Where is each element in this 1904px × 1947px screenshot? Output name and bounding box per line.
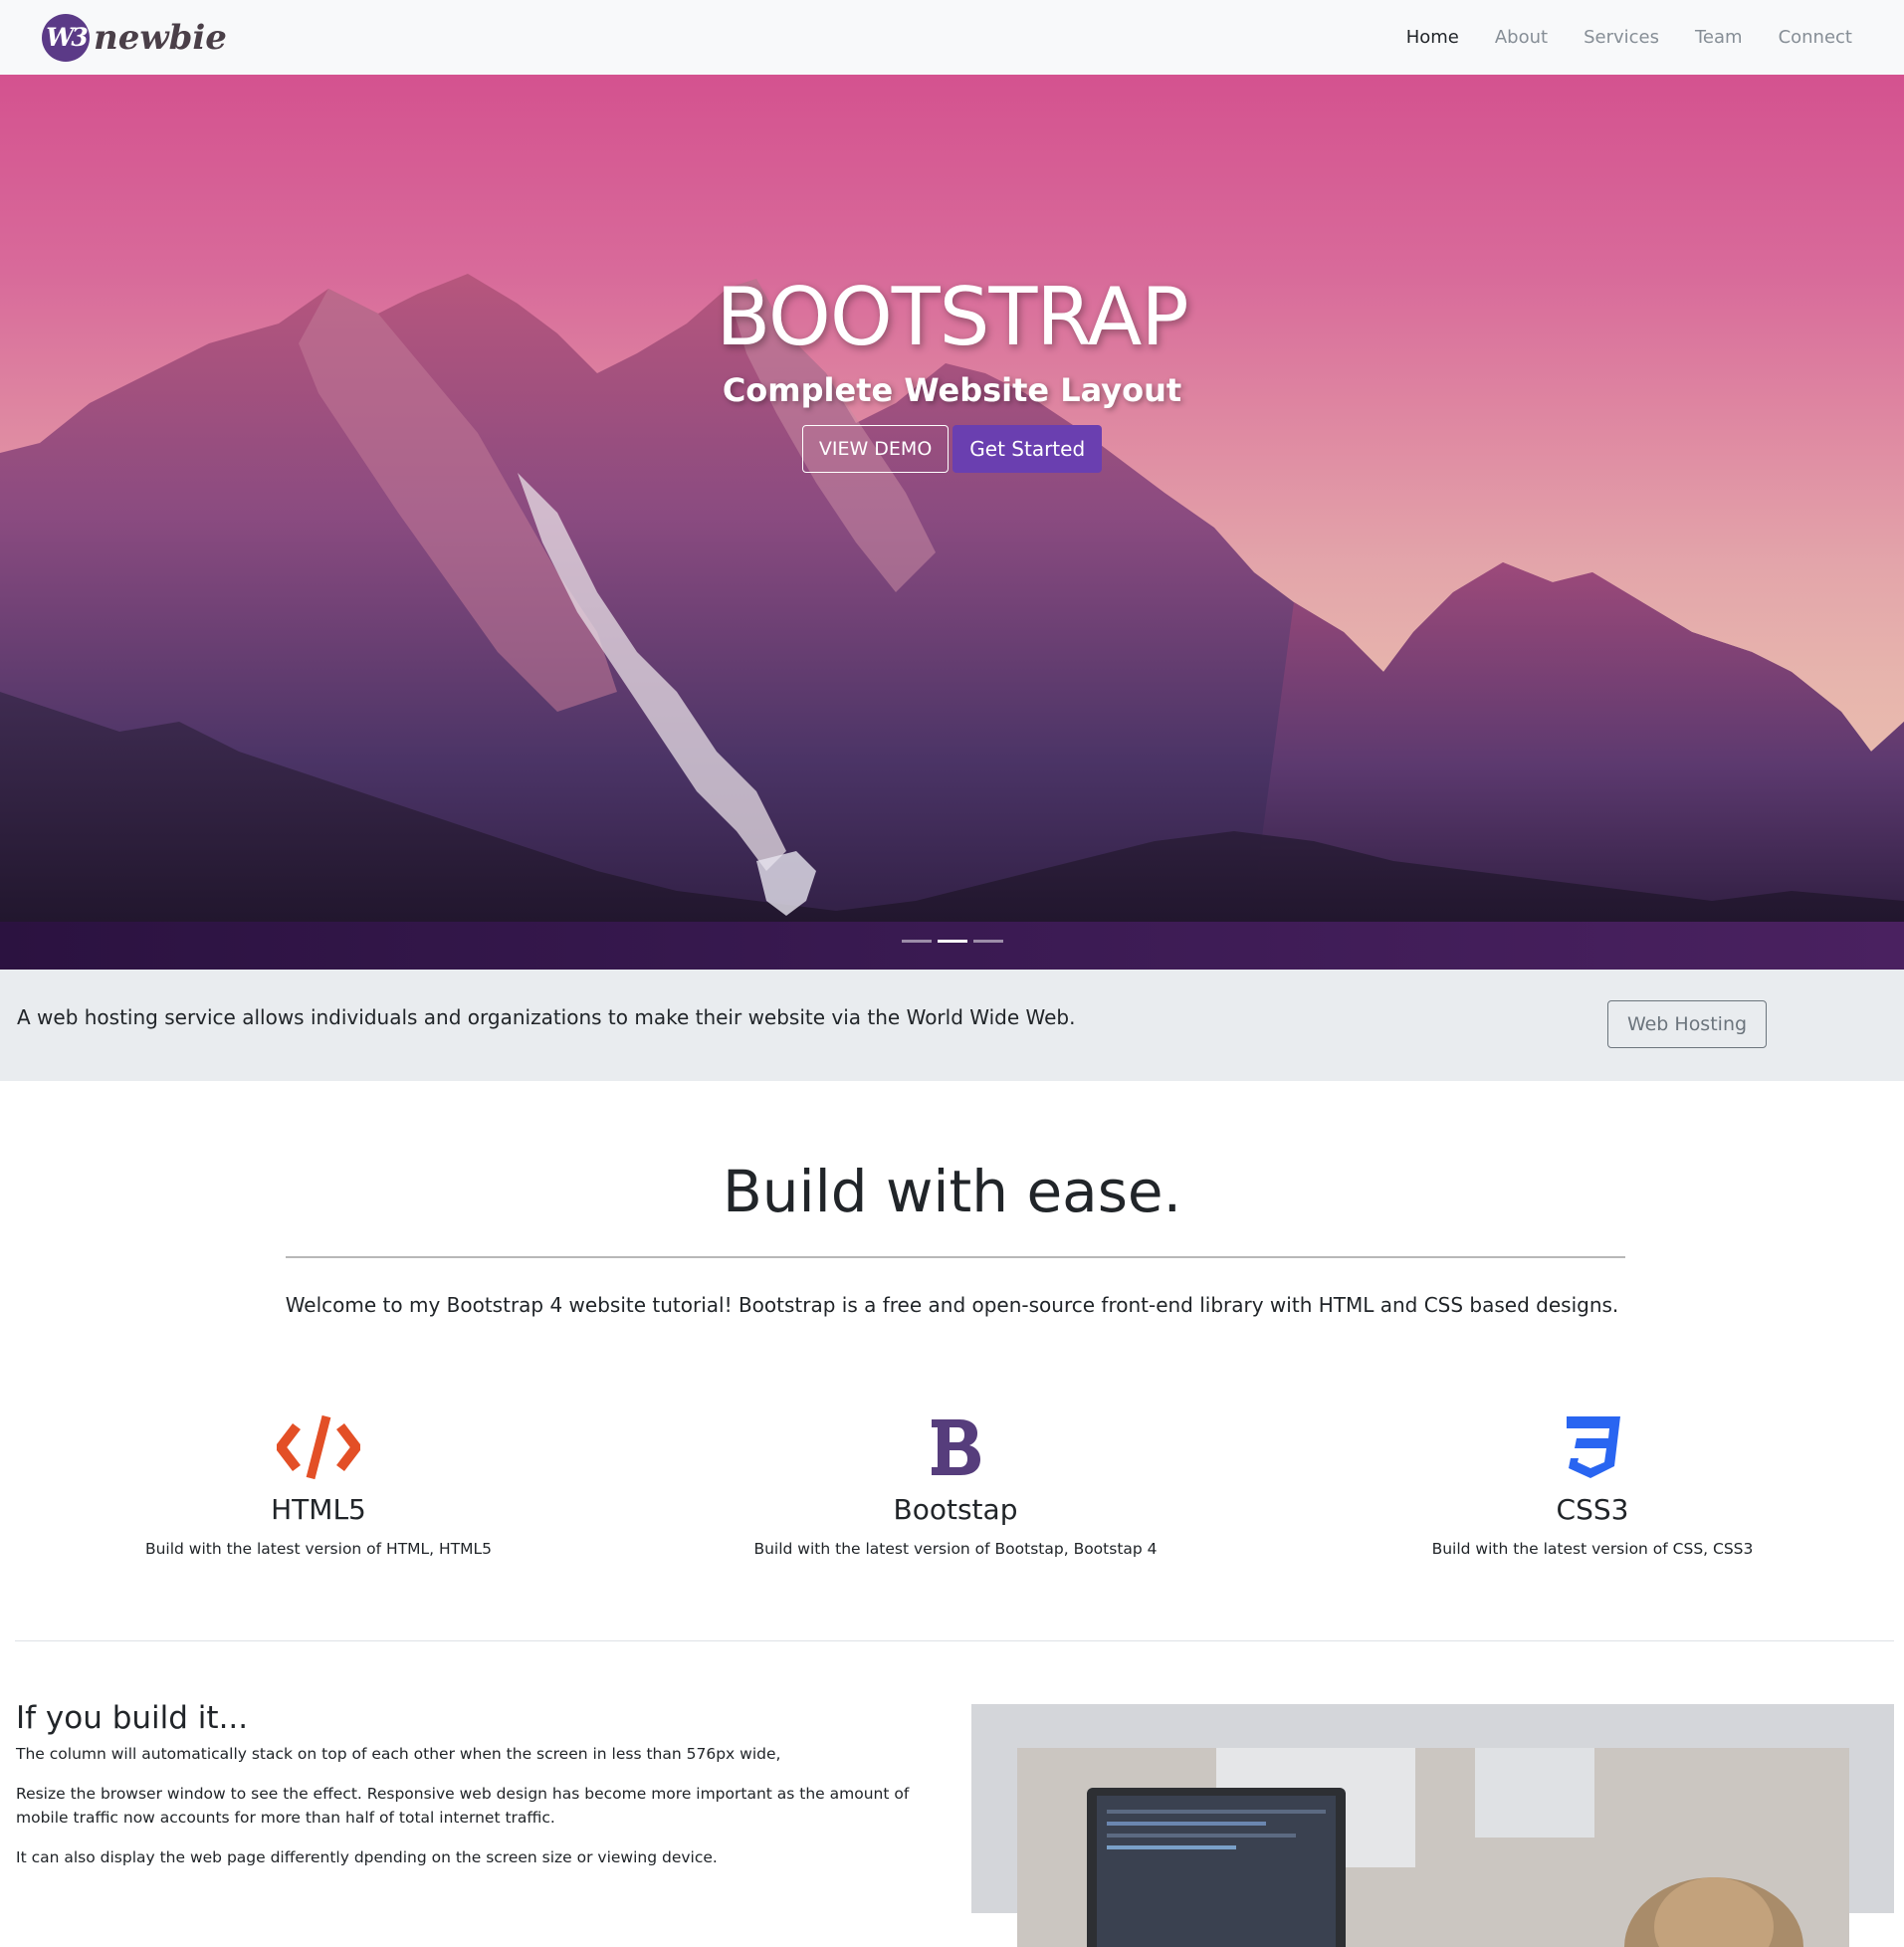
welcome-title: Build with ease. [722, 1158, 1182, 1225]
about-title: If you build it... [16, 1700, 249, 1736]
hero-caption: BOOTSTRAP Complete Website Layout VIEW D… [0, 270, 1904, 473]
css3-icon [1274, 1411, 1904, 1483]
web-hosting-strip: A web hosting service allows individuals… [0, 970, 1904, 1081]
strip-text: A web hosting service allows individuals… [17, 1005, 1076, 1029]
carousel-indicator-2[interactable] [937, 940, 967, 943]
feature-desc-html5: Build with the latest version of HTML, H… [144, 1540, 493, 1558]
welcome-divider [286, 1256, 1625, 1258]
hero-buttons: VIEW DEMO Get Started [0, 425, 1904, 473]
hero-carousel: BOOTSTRAP Complete Website Layout VIEW D… [0, 75, 1904, 970]
about-paragraph-3: It can also display the web page differe… [16, 1848, 718, 1866]
feature-title-bootstrap: Bootstap [893, 1493, 1018, 1526]
feature-html5: HTML5 Build with the latest version of H… [0, 1411, 637, 1558]
get-started-button[interactable]: Get Started [952, 425, 1103, 473]
feature-desc-css3: Build with the latest version of CSS, CS… [1431, 1540, 1754, 1558]
navbar: W3 newbie Home About Services Team Conne… [0, 0, 1904, 75]
feature-title-html5: HTML5 [271, 1493, 366, 1526]
about-paragraph-2: Resize the browser window to see the eff… [16, 1785, 910, 1827]
nav-links: Home About Services Team Connect [1388, 27, 1870, 48]
brand-badge: W3 [42, 13, 90, 62]
hero-subtitle: Complete Website Layout [722, 371, 1182, 409]
about-paragraph-1: The column will automatically stack on t… [16, 1745, 781, 1763]
image-panel [971, 1704, 1894, 1947]
carousel-indicator-1[interactable] [901, 940, 932, 943]
workspace-photo [1017, 1748, 1849, 1947]
feature-css3: CSS3 Build with the latest version of CS… [1274, 1411, 1904, 1558]
welcome-text: Welcome to my Bootstrap 4 website tutori… [285, 1293, 1619, 1317]
html5-code-icon [0, 1411, 637, 1483]
feature-desc-bootstrap: Build with the latest version of Bootsta… [753, 1540, 1158, 1558]
nav-link-about[interactable]: About [1477, 27, 1566, 48]
feature-bootstrap: Bootstap Build with the latest version o… [637, 1411, 1274, 1558]
feature-title-css3: CSS3 [1556, 1493, 1629, 1526]
carousel-indicators [0, 940, 1904, 943]
brand-name: newbie [94, 17, 227, 58]
carousel-indicator-3[interactable] [972, 940, 1003, 943]
nav-link-home[interactable]: Home [1388, 27, 1477, 48]
hero-bottom-band [0, 922, 1904, 970]
nav-link-services[interactable]: Services [1566, 27, 1677, 48]
about-column: If you build it... The column will autom… [16, 1700, 952, 1885]
bootstrap-icon [637, 1411, 1274, 1483]
nav-link-connect[interactable]: Connect [1761, 27, 1870, 48]
view-demo-button[interactable]: VIEW DEMO [801, 425, 950, 473]
brand-logo[interactable]: W3 newbie [42, 13, 227, 62]
web-hosting-button[interactable]: Web Hosting [1607, 1000, 1767, 1048]
hero-title: BOOTSTRAP [716, 271, 1188, 363]
nav-link-team[interactable]: Team [1677, 27, 1761, 48]
section-divider [15, 1640, 1894, 1641]
mountain-background-image [0, 274, 1904, 970]
